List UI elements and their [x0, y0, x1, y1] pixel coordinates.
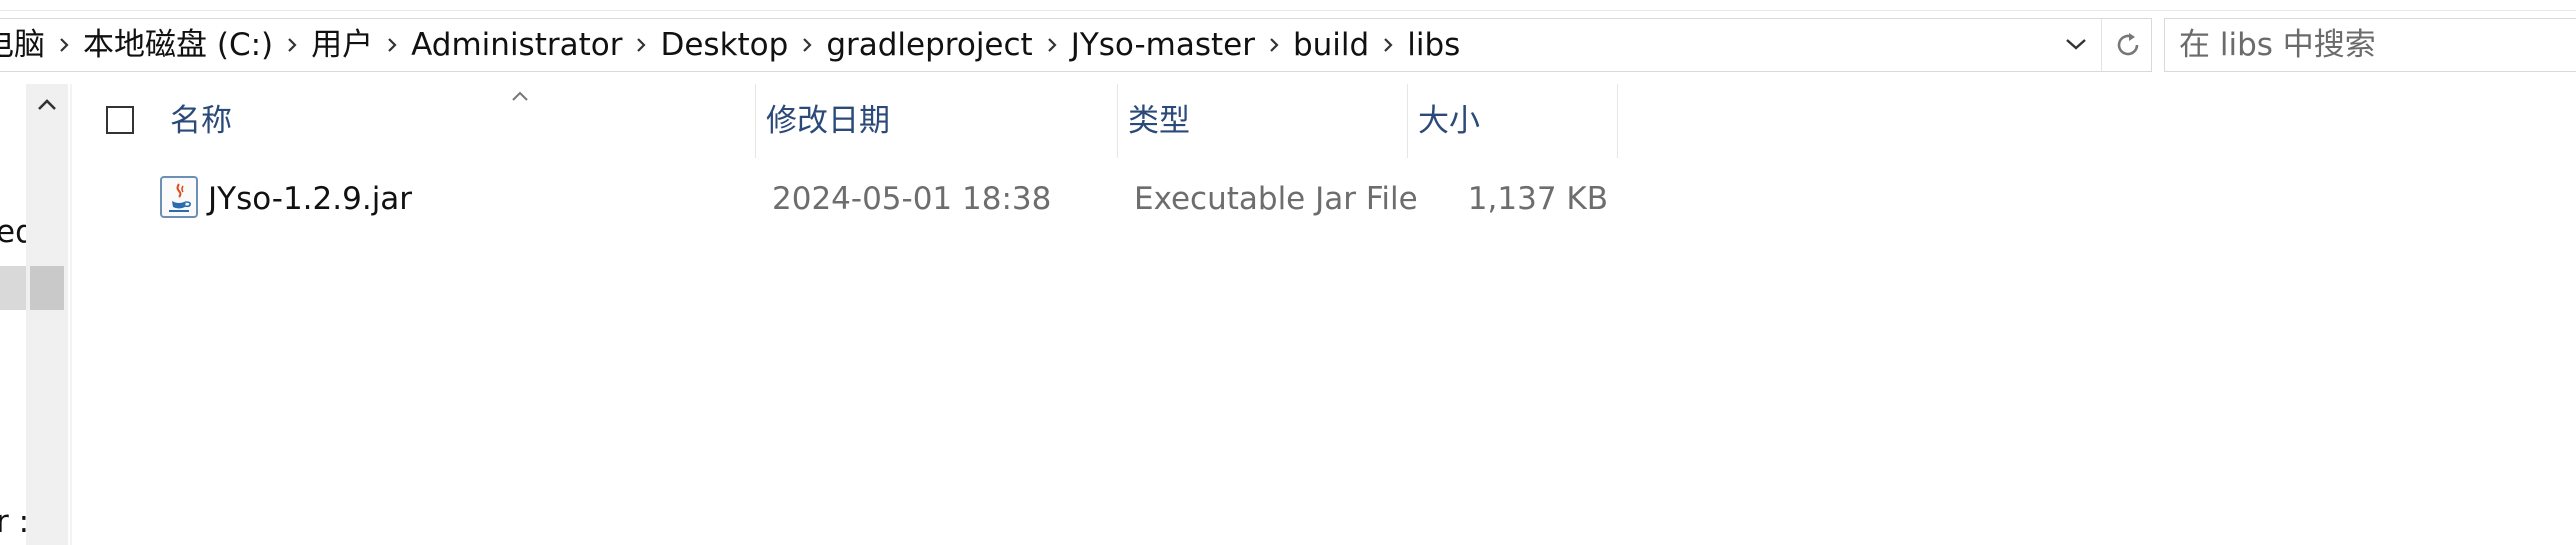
search-input[interactable]	[2177, 19, 2561, 71]
scroll-up-button[interactable]	[26, 84, 68, 130]
nav-item-selected[interactable]	[0, 266, 26, 310]
breadcrumb-item-local-disk[interactable]: 本地磁盘 (C:)	[77, 19, 279, 71]
refresh-button[interactable]	[2101, 19, 2152, 71]
chevron-down-icon	[2066, 39, 2086, 50]
file-row[interactable]: JYso-1.2.9.jar 2024-05-01 18:38 Executab…	[90, 162, 1620, 236]
nav-item-partial-label[interactable]: r :	[0, 504, 29, 540]
select-all-checkbox[interactable]	[106, 106, 134, 134]
chevron-right-icon[interactable]	[1261, 19, 1287, 71]
nav-scrollbar[interactable]	[26, 84, 68, 545]
column-header-type[interactable]: 类型	[1118, 84, 1408, 158]
chevron-right-icon[interactable]	[628, 19, 654, 71]
chevron-right-icon[interactable]	[1039, 19, 1065, 71]
title-strip	[0, 0, 2576, 11]
file-explorer-window: 电脑 本地磁盘 (C:) 用户 Administrator Desktop gr…	[0, 0, 2576, 545]
chevron-right-icon[interactable]	[51, 19, 77, 71]
java-jar-icon	[160, 176, 198, 218]
breadcrumb-item-administrator[interactable]: Administrator	[405, 19, 628, 71]
file-size: 1,137 KB	[1467, 181, 1608, 217]
chevron-right-icon[interactable]	[1375, 19, 1401, 71]
file-name[interactable]: JYso-1.2.9.jar	[208, 162, 412, 236]
address-bar[interactable]: 电脑 本地磁盘 (C:) 用户 Administrator Desktop gr…	[0, 18, 2152, 72]
column-header-date[interactable]: 修改日期	[756, 84, 1118, 158]
refresh-icon	[2117, 33, 2139, 56]
pane-divider[interactable]	[70, 84, 72, 545]
search-box[interactable]	[2164, 18, 2576, 72]
address-history-dropdown[interactable]	[2057, 19, 2093, 71]
breadcrumb-item-computer[interactable]: 电脑	[0, 19, 51, 71]
column-header-name[interactable]: 名称	[160, 84, 756, 158]
column-header-size[interactable]: 大小	[1408, 84, 1618, 158]
chevron-right-icon[interactable]	[794, 19, 820, 71]
chevron-up-icon	[38, 99, 56, 110]
breadcrumb-item-users[interactable]: 用户	[305, 19, 379, 71]
breadcrumb-item-desktop[interactable]: Desktop	[654, 19, 794, 71]
breadcrumb-item-jyso-master[interactable]: JYso-master	[1065, 19, 1261, 71]
breadcrumb-item-libs[interactable]: libs	[1401, 19, 1466, 71]
chevron-right-icon[interactable]	[279, 19, 305, 71]
column-header-row: 名称 修改日期 类型 大小	[90, 84, 1620, 158]
breadcrumb-item-build[interactable]: build	[1287, 19, 1375, 71]
breadcrumb: 电脑 本地磁盘 (C:) 用户 Administrator Desktop gr…	[0, 19, 1466, 71]
chevron-right-icon[interactable]	[379, 19, 405, 71]
breadcrumb-item-gradleproject[interactable]: gradleproject	[820, 19, 1038, 71]
file-modified-date: 2024-05-01 18:38	[772, 181, 1052, 217]
scroll-thumb[interactable]	[30, 266, 64, 310]
file-type: Executable Jar File	[1134, 181, 1418, 217]
